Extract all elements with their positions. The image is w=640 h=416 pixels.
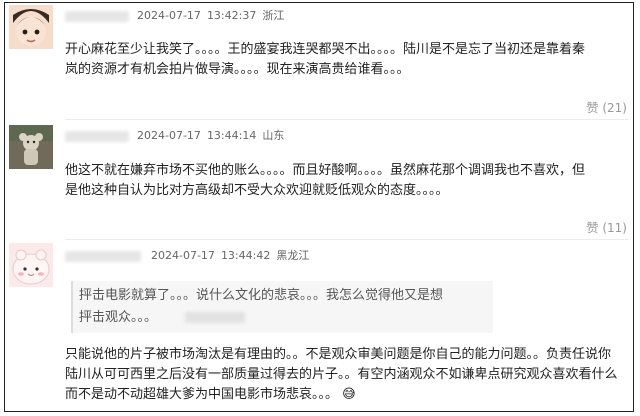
quote-line: 抨击观众。。。: [79, 306, 246, 325]
comment-text: 开心麻花至少让我笑了。。。。王的盛宴我连哭都哭不出。。。。陆川是不是忘了当初还是…: [65, 40, 625, 80]
avatar[interactable]: [9, 243, 53, 287]
avatar[interactable]: [9, 125, 53, 169]
like-count: (21): [602, 101, 627, 115]
divider: [65, 119, 629, 120]
comment-line: 开心麻花至少让我笑了。。。。王的盛宴我连哭都哭不出。。。。陆川是不是忘了当初还是…: [65, 42, 586, 57]
like-label: 赞: [586, 101, 599, 115]
comment-time: 13:44:42: [220, 249, 271, 262]
comment-line: 陆川从可可西里之后没有一部质量过得去的片子。。有空内涵观众不如谦卑点研究观众喜欢…: [65, 367, 618, 382]
comment-location: 黑龙江: [276, 249, 310, 262]
comment-line: 而不是动不动超雄大爹为中国电影市场悲哀。。。 😅: [65, 385, 625, 405]
sweat-smile-emoji-icon: 😅: [342, 387, 356, 402]
username-blurred[interactable]: [65, 251, 141, 262]
quote-line: 抨击电影就算了。。。说什么文化的悲哀。。。我怎么觉得他又是想: [79, 288, 444, 303]
comment-date: 2024-07-17: [137, 129, 201, 142]
username-blurred[interactable]: [65, 131, 129, 142]
comment-line: 岚的资源才有机会拍片做导演。。。。现在来演高贵给谁看。。。: [65, 62, 410, 77]
like-count: (11): [602, 221, 627, 235]
comment-line: 是他这种自认为比对方高级却不受大众欢迎就贬低观众的态度。。。。: [65, 183, 449, 198]
comment-line: 只能说他的片子被市场淘汰是有理由的。。不是观众审美问题是你自己的能力问题。。负责…: [65, 347, 612, 362]
comment-time: 13:42:37: [206, 9, 257, 22]
avatar[interactable]: [9, 5, 53, 49]
divider: [65, 239, 629, 240]
comment-location: 浙江: [262, 9, 285, 22]
quoted-reply: 抨击电影就算了。。。说什么文化的悲哀。。。我怎么觉得他又是想 抨击观众。。。: [71, 281, 493, 333]
like-label: 赞: [586, 221, 599, 235]
like-button[interactable]: 赞 (11): [587, 219, 627, 236]
comment-text: 他这不就在嫌弃市场不买他的账么。。。。而且好酸啊。。。。虽然麻花那个调调我也不喜…: [65, 161, 625, 201]
comment-line-text: 而不是动不动超雄大爹为中国电影市场悲哀。。。: [65, 387, 339, 402]
quote-line-text: 抨击观众。。。: [79, 310, 158, 325]
comment-list: 2024-07-17 13:42:37 浙江 开心麻花至少让我笑了。。。。王的盛宴我…: [4, 2, 634, 412]
username-blurred: [185, 312, 246, 323]
comment-date: 2024-07-17: [151, 249, 215, 262]
comment-time: 13:44:14: [206, 129, 257, 142]
comment-meta: 2024-07-17 13:44:42 黑龙江: [151, 247, 315, 263]
comment-meta: 2024-07-17 13:44:14 山东: [137, 127, 290, 143]
like-button[interactable]: 赞 (21): [587, 99, 627, 116]
username-blurred[interactable]: [65, 11, 129, 22]
comment-meta: 2024-07-17 13:42:37 浙江: [137, 7, 290, 23]
comment-text: 只能说他的片子被市场淘汰是有理由的。。不是观众审美问题是你自己的能力问题。。负责…: [65, 345, 625, 405]
comment-date: 2024-07-17: [137, 9, 201, 22]
comment-line: 他这不就在嫌弃市场不买他的账么。。。。而且好酸啊。。。。虽然麻花那个调调我也不喜…: [65, 163, 586, 178]
comment-location: 山东: [262, 129, 285, 142]
